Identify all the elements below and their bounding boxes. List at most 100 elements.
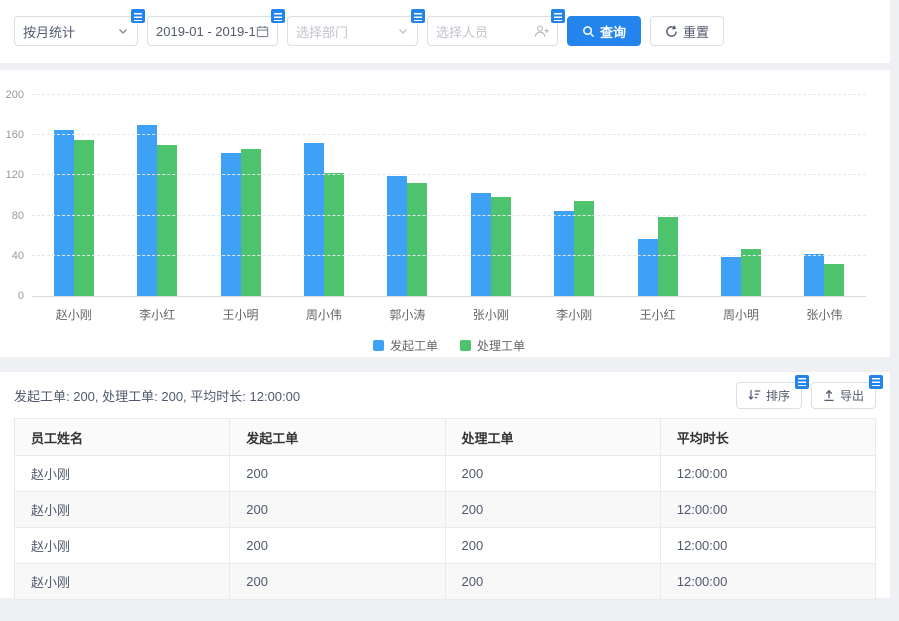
section-divider [0,63,890,70]
reset-button-label: 重置 [683,22,709,41]
y-axis-tick-label: 200 [0,89,24,101]
export-button[interactable]: 导出 [811,382,876,409]
chart-x-axis: 赵小刚李小红王小明周小伟郭小涛张小刚李小刚王小红周小明张小伟 [32,306,866,323]
legend-swatch [460,340,471,351]
query-button[interactable]: 查询 [567,16,641,46]
table-column-header: 处理工单 [445,419,660,456]
date-range-picker[interactable]: 2019-01 - 2019-12 [147,16,278,46]
table-card: 发起工单: 200, 处理工单: 200, 平均时长: 12:00:00 排序 [0,372,890,598]
bar-发起工单[interactable] [554,211,574,296]
bar-group [115,95,198,296]
bar-group [783,95,866,296]
section-divider [0,357,890,372]
y-axis-tick-label: 40 [0,250,24,262]
bar-处理工单[interactable] [741,249,761,296]
table-cell: 赵小刚 [15,492,230,528]
table-cell: 200 [230,564,445,600]
y-axis-tick-label: 0 [0,290,24,302]
date-range-value: 2019-01 - 2019-12 [156,24,256,39]
y-axis-tick-label: 120 [0,169,24,181]
x-axis-tick-label: 周小伟 [282,306,365,323]
bar-发起工单[interactable] [137,125,157,296]
table-row[interactable]: 赵小刚20020012:00:00 [15,456,876,492]
chart-bars [32,95,866,296]
menu-badge-icon[interactable] [271,9,285,23]
bar-处理工单[interactable] [491,197,511,296]
table-cell: 200 [230,528,445,564]
sort-icon [748,389,761,401]
bar-处理工单[interactable] [324,173,344,296]
filter-toolbar: 按月统计 2019-01 - 2019-12 选择部门 选择人员 [0,0,890,63]
person-input-placeholder: 选择人员 [436,22,534,41]
table-cell: 200 [230,492,445,528]
chart-gridline [32,174,866,175]
chart-gridline [32,134,866,135]
bar-发起工单[interactable] [721,257,741,296]
bar-发起工单[interactable] [387,176,407,296]
bar-发起工单[interactable] [804,254,824,296]
table-row[interactable]: 赵小刚20020012:00:00 [15,492,876,528]
table-cell: 赵小刚 [15,528,230,564]
sort-button[interactable]: 排序 [736,382,802,409]
bar-发起工单[interactable] [54,130,74,296]
sort-button-label: 排序 [766,387,790,404]
bar-发起工单[interactable] [471,193,491,297]
table-cell: 200 [230,456,445,492]
menu-badge-icon[interactable] [131,9,145,23]
search-icon [582,25,595,38]
query-button-label: 查询 [600,22,626,41]
legend-item[interactable]: 处理工单 [460,337,525,354]
y-axis-tick-label: 160 [0,129,24,141]
reset-button[interactable]: 重置 [650,16,724,46]
page: 按月统计 2019-01 - 2019-12 选择部门 选择人员 [0,0,890,598]
table-cell: 12:00:00 [660,492,875,528]
bar-group [282,95,365,296]
bar-group [199,95,282,296]
summary-row: 发起工单: 200, 处理工单: 200, 平均时长: 12:00:00 排序 [14,372,876,418]
legend-label: 发起工单 [390,337,438,354]
bar-处理工单[interactable] [658,217,678,296]
menu-badge-icon[interactable] [869,375,883,389]
department-select-placeholder: 选择部门 [296,22,397,41]
legend-item[interactable]: 发起工单 [373,337,438,354]
chart-gridline [32,255,866,256]
bar-group [32,95,115,296]
table-row[interactable]: 赵小刚20020012:00:00 [15,564,876,600]
x-axis-tick-label: 张小伟 [783,306,866,323]
bar-处理工单[interactable] [74,140,94,296]
bar-处理工单[interactable] [824,264,844,296]
table-cell: 赵小刚 [15,456,230,492]
legend-swatch [373,340,384,351]
bar-chart: 04080120160200 赵小刚李小红王小明周小伟郭小涛张小刚李小刚王小红周… [32,95,866,354]
x-axis-tick-label: 张小刚 [449,306,532,323]
menu-badge-icon[interactable] [411,9,425,23]
person-input[interactable]: 选择人员 [427,16,558,46]
refresh-icon [665,25,678,38]
bar-处理工单[interactable] [157,145,177,296]
chevron-down-icon [397,25,409,37]
chart-legend: 发起工单 处理工单 [32,337,866,354]
upload-icon [823,389,835,402]
table-row[interactable]: 赵小刚20020012:00:00 [15,528,876,564]
menu-badge-icon[interactable] [795,375,809,389]
bar-发起工单[interactable] [304,143,324,296]
table-cell: 200 [445,564,660,600]
period-select-value: 按月统计 [23,22,117,41]
table-header-row: 员工姓名发起工单处理工单平均时长 [15,419,876,456]
chart-plot: 04080120160200 [32,95,866,297]
period-select[interactable]: 按月统计 [14,16,138,46]
bar-group [699,95,782,296]
department-select[interactable]: 选择部门 [287,16,418,46]
x-axis-tick-label: 赵小刚 [32,306,115,323]
bar-处理工单[interactable] [407,183,427,296]
table-cell: 200 [445,492,660,528]
table-cell: 12:00:00 [660,456,875,492]
chevron-down-icon [117,25,129,37]
table-actions: 排序 导出 [736,382,876,409]
bar-发起工单[interactable] [638,239,658,296]
chart-card: 04080120160200 赵小刚李小红王小明周小伟郭小涛张小刚李小刚王小红周… [0,70,890,357]
chart-gridline [32,215,866,216]
person-add-icon [534,24,549,38]
bar-处理工单[interactable] [241,149,261,296]
menu-badge-icon[interactable] [551,9,565,23]
